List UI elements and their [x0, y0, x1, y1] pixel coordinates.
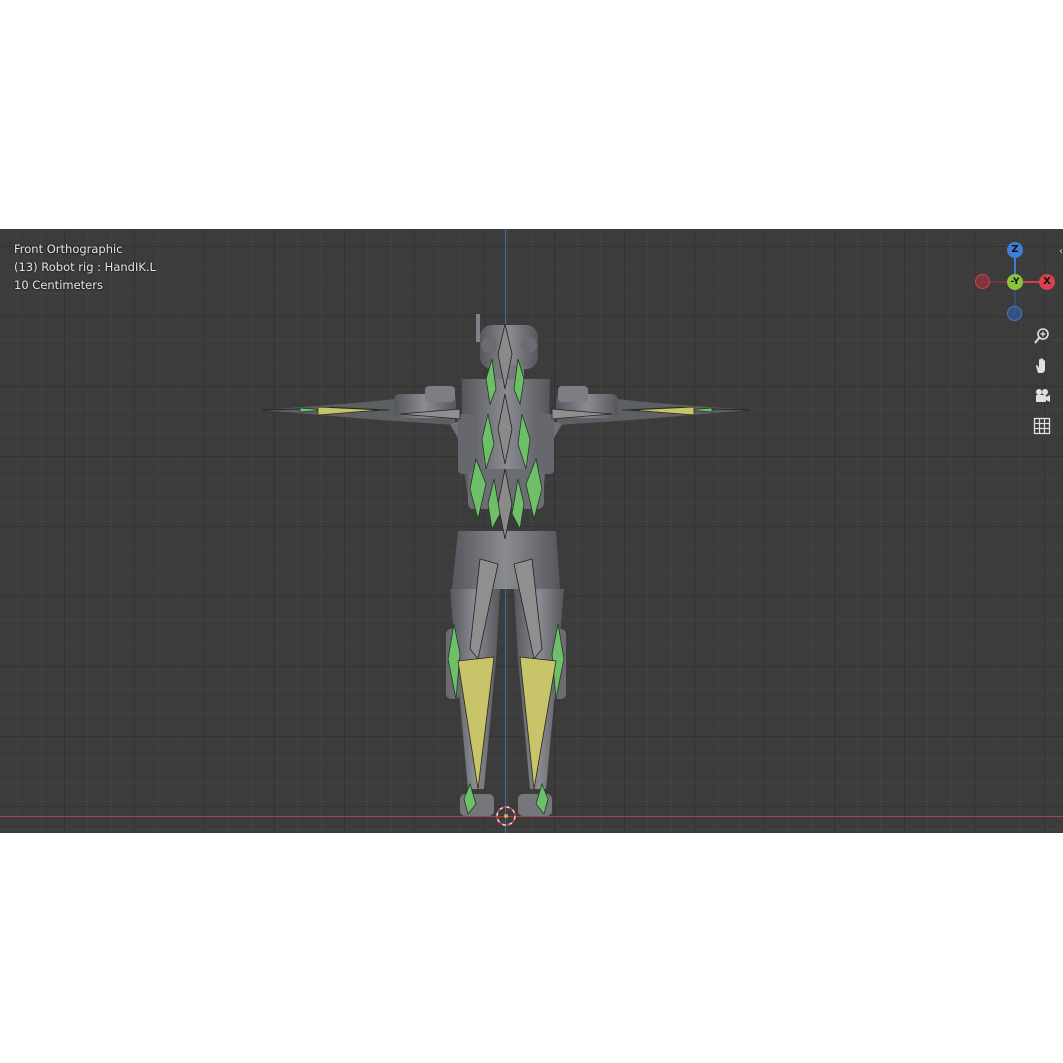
3d-viewport[interactable]: Front Orthographic (13) Robot rig : Hand… — [0, 229, 1063, 833]
viewport-info: Front Orthographic (13) Robot rig : Hand… — [14, 240, 156, 294]
object-info: (13) Robot rig : HandIK.L — [14, 260, 156, 274]
gizmo-z-axis[interactable]: Z — [1007, 242, 1023, 258]
chevron-left-icon[interactable]: ‹ — [1059, 246, 1063, 257]
zoom-icon[interactable] — [1029, 323, 1055, 349]
grid-icon[interactable] — [1029, 413, 1055, 439]
3d-cursor[interactable] — [496, 806, 516, 826]
gizmo-neg-x-axis[interactable] — [975, 274, 990, 289]
gizmo-y-axis[interactable]: -Y — [1007, 274, 1023, 290]
gray-bones[interactable] — [399, 323, 613, 660]
gizmo-neg-z-axis[interactable] — [1007, 306, 1022, 321]
view-name: Front Orthographic — [14, 242, 123, 256]
gizmo-x-axis[interactable]: X — [1039, 274, 1055, 290]
hand-pan-icon[interactable] — [1029, 353, 1055, 379]
robot-rig-model[interactable] — [0, 229, 1063, 833]
camera-icon[interactable] — [1029, 383, 1055, 409]
scale-info: 10 Centimeters — [14, 278, 103, 292]
navigation-gizmo[interactable]: Z -Y X — [973, 239, 1063, 329]
